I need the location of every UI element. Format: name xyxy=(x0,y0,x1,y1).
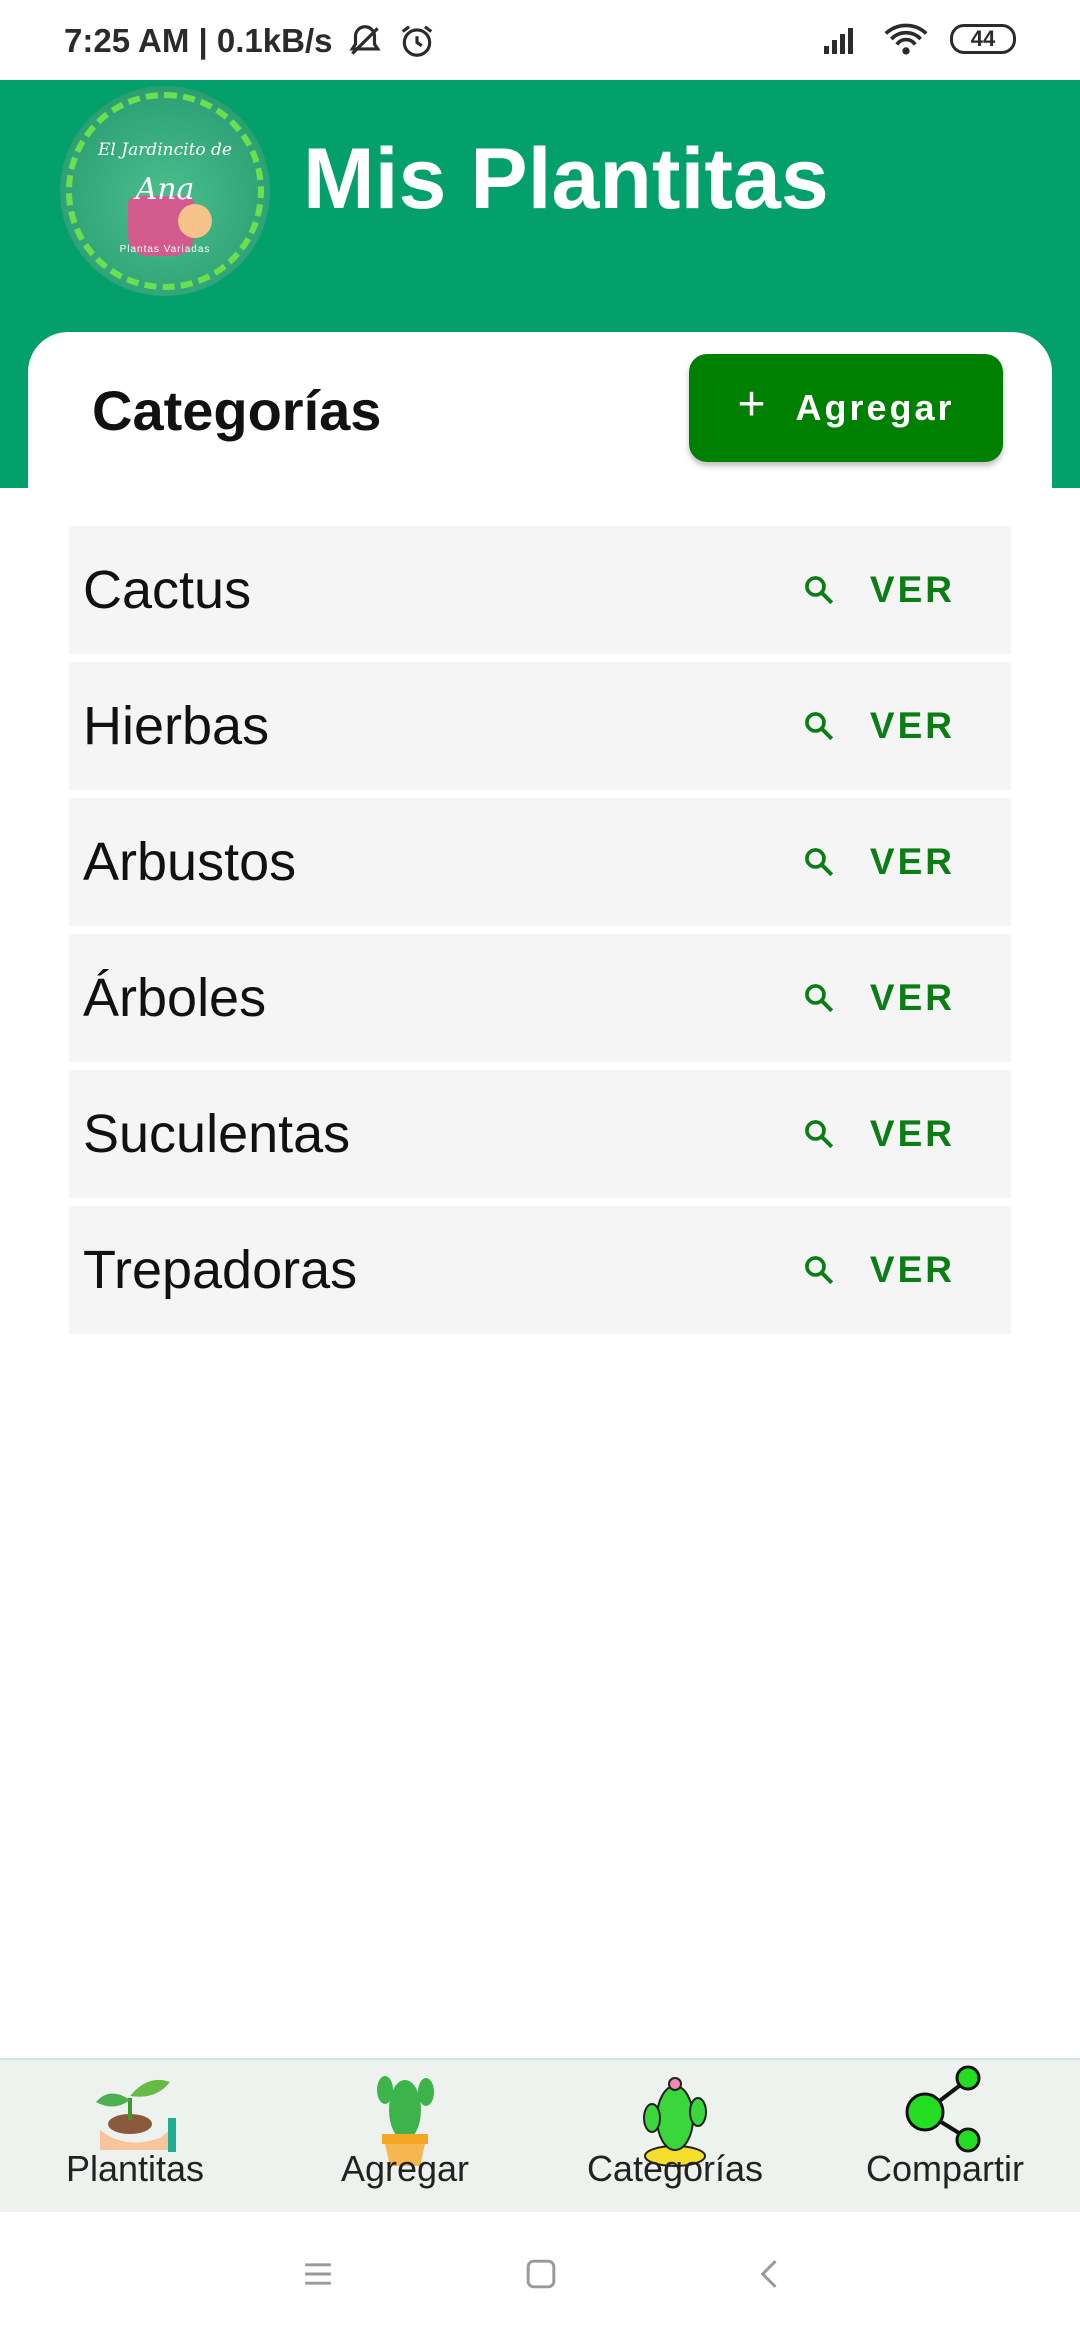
view-button[interactable]: VER xyxy=(802,1070,955,1198)
category-name: Árboles xyxy=(83,968,267,1028)
bottom-navigation: Plantitas Agregar Categorías Compartir xyxy=(0,2058,1080,2214)
search-icon xyxy=(805,1256,834,1285)
logo-text-line2: Ana xyxy=(135,172,195,207)
section-title: Categorías xyxy=(92,379,382,442)
nav-item-plantitas[interactable]: Plantitas xyxy=(0,2060,270,2214)
view-button[interactable]: VER xyxy=(802,526,955,654)
add-button-label: Agregar xyxy=(795,387,955,428)
add-category-button[interactable]: + Agregar xyxy=(689,354,1003,462)
category-name: Trepadoras xyxy=(83,1240,358,1300)
nav-label: Categorías xyxy=(586,2148,764,2189)
view-label: VER xyxy=(869,705,955,746)
battery-level: 44 xyxy=(970,26,996,51)
logo-text-sub: Plantas Variadas xyxy=(119,244,211,255)
view-label: VER xyxy=(869,1113,955,1154)
category-row: Suculentas VER xyxy=(69,1070,1011,1198)
category-name: Cactus xyxy=(83,560,252,620)
menu-icon[interactable] xyxy=(296,2252,340,2296)
nav-label: Plantitas xyxy=(65,2148,205,2189)
home-icon[interactable] xyxy=(519,2252,563,2296)
category-name: Arbustos xyxy=(83,832,297,892)
category-row: Hierbas VER xyxy=(69,662,1011,790)
nav-item-agregar[interactable]: Agregar xyxy=(270,2060,540,2214)
view-label: VER xyxy=(869,1249,955,1290)
back-icon[interactable] xyxy=(748,2252,792,2296)
view-button[interactable]: VER xyxy=(802,798,955,926)
search-icon xyxy=(805,712,834,741)
search-icon xyxy=(805,984,834,1013)
search-icon xyxy=(805,1120,834,1149)
category-row: Arbustos VER xyxy=(69,798,1011,926)
category-name: Hierbas xyxy=(83,696,270,756)
nav-label: Agregar xyxy=(340,2148,470,2189)
view-button[interactable]: VER xyxy=(802,934,955,1062)
signal-icon xyxy=(824,28,853,54)
search-icon xyxy=(805,848,834,877)
alarm-icon xyxy=(402,25,433,57)
app-logo: El Jardincito de Ana Plantas Variadas xyxy=(60,86,270,296)
nav-item-compartir[interactable]: Compartir xyxy=(810,2060,1080,2214)
category-row: Cactus VER xyxy=(69,526,1011,654)
nav-item-categorias[interactable]: Categorías xyxy=(540,2060,810,2214)
logo-flower xyxy=(178,204,212,238)
view-label: VER xyxy=(869,569,955,610)
view-label: VER xyxy=(869,977,955,1018)
view-label: VER xyxy=(869,841,955,882)
nav-label: Compartir xyxy=(865,2148,1025,2189)
category-name: Suculentas xyxy=(83,1104,351,1164)
category-list: Cactus VER Hierbas VER Arbustos VER Árbo… xyxy=(69,526,1011,1342)
battery-icon: 44 xyxy=(950,24,1016,54)
plus-icon: + xyxy=(737,378,766,431)
status-bar: 7:25 AM | 0.1kB/s 44 xyxy=(0,0,1080,80)
app-title: Mis Plantitas xyxy=(303,131,829,227)
view-button[interactable]: VER xyxy=(802,1206,955,1334)
category-row: Trepadoras VER xyxy=(69,1206,1011,1334)
logo-text-line1: El Jardincito de xyxy=(98,140,232,160)
category-row: Árboles VER xyxy=(69,934,1011,1062)
view-button[interactable]: VER xyxy=(802,662,955,790)
wifi-icon xyxy=(884,23,928,55)
mute-icon xyxy=(349,25,382,55)
status-time-speed: 7:25 AM | 0.1kB/s xyxy=(64,22,333,59)
system-navigation xyxy=(0,2212,1080,2340)
search-icon xyxy=(805,576,834,605)
